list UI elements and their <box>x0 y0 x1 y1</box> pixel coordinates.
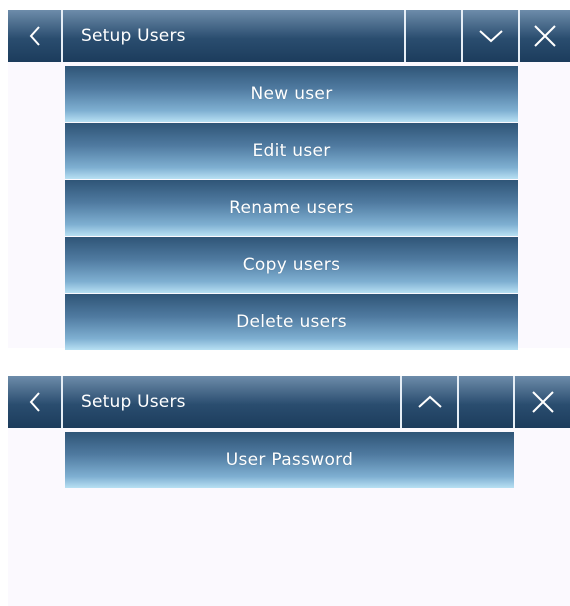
menu-item-edit-user[interactable]: Edit user <box>65 123 518 179</box>
setup-users-screen-page-2: Setup Users User Password <box>8 376 570 606</box>
header-bar: Setup Users <box>8 376 570 428</box>
scroll-down-button[interactable] <box>463 10 520 62</box>
menu-item-rename-users[interactable]: Rename users <box>65 180 518 236</box>
back-button[interactable] <box>8 376 63 428</box>
page-title: Setup Users <box>63 376 402 428</box>
menu-list: New user Edit user Rename users Copy use… <box>65 66 518 351</box>
chevron-left-icon <box>28 391 42 413</box>
chevron-down-icon <box>478 29 504 43</box>
setup-users-screen-page-1: Setup Users New user Edit user Rename us… <box>8 10 570 351</box>
page-title: Setup Users <box>63 10 406 62</box>
close-icon <box>533 24 557 48</box>
chevron-left-icon <box>28 25 42 47</box>
menu-list: User Password <box>65 432 514 489</box>
close-button[interactable] <box>515 376 570 428</box>
close-icon <box>531 390 555 414</box>
header-bar: Setup Users <box>8 10 570 62</box>
back-button[interactable] <box>8 10 63 62</box>
chevron-up-icon <box>417 395 443 409</box>
close-button[interactable] <box>520 10 570 62</box>
menu-item-copy-users[interactable]: Copy users <box>65 237 518 293</box>
menu-item-delete-users[interactable]: Delete users <box>65 294 518 350</box>
menu-item-user-password[interactable]: User Password <box>65 432 514 488</box>
menu-item-new-user[interactable]: New user <box>65 66 518 122</box>
scroll-up-button-disabled <box>406 10 463 62</box>
scroll-down-button-disabled <box>459 376 515 428</box>
scroll-up-button[interactable] <box>402 376 459 428</box>
